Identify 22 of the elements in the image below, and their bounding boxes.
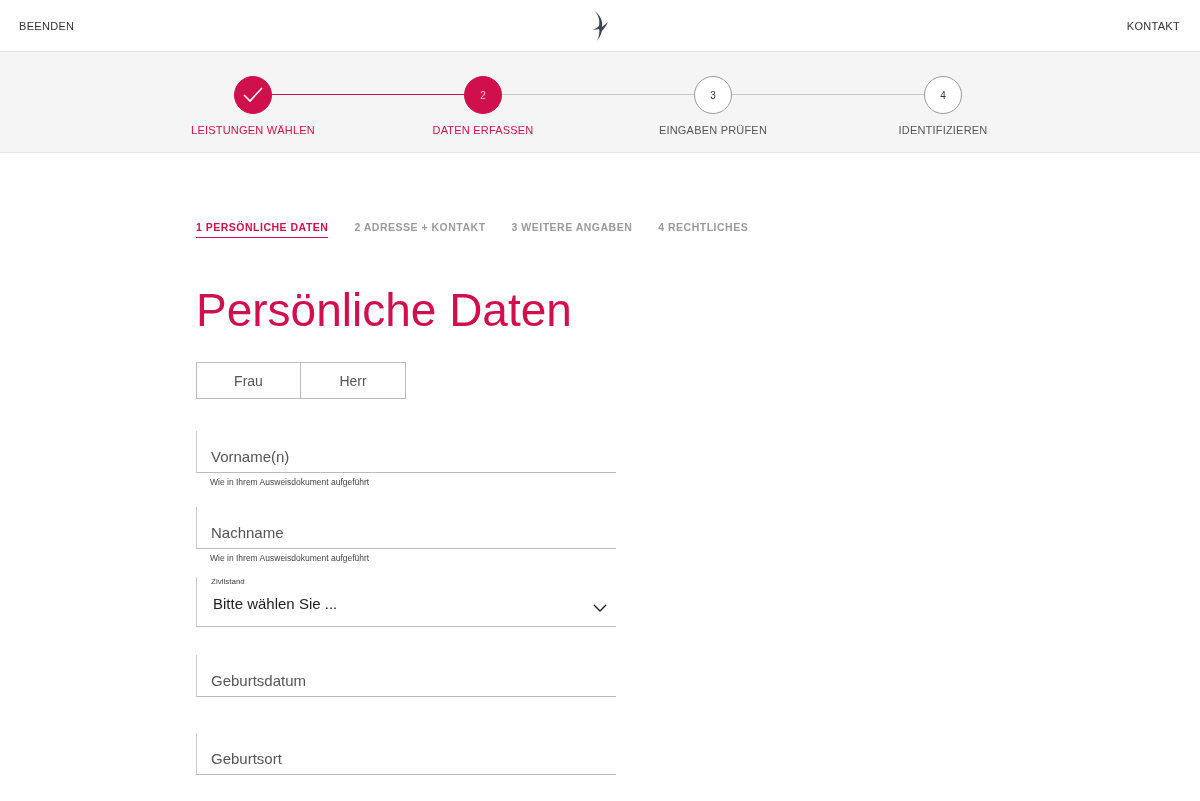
step-label: IDENTIFIZIEREN [898, 124, 988, 136]
checkmark-icon [243, 87, 263, 103]
field-hint: Wie in Ihrem Ausweisdokument aufgeführt [209, 552, 371, 563]
select-field[interactable]: Zivilstand Bitte wählen Sie ... [196, 577, 616, 627]
field-hint: Wie in Ihrem Ausweisdokument aufgeführt [209, 476, 371, 487]
page-title: Persönliche Daten [196, 283, 573, 338]
step-label: EINGABEN PRÜFEN [658, 124, 768, 136]
input-field[interactable]: Nachname [196, 507, 616, 549]
gender-option-button[interactable]: Herr [301, 362, 406, 399]
input-field[interactable]: Geburtsdatum [196, 655, 616, 697]
chevron-down-icon [593, 604, 607, 612]
step-circle: 4 [924, 76, 962, 114]
section-tab[interactable]: 1 PERSÖNLICHE DATEN [196, 221, 329, 238]
step-circle: 3 [694, 76, 732, 114]
input-field[interactable]: Vorname(n) [196, 431, 616, 473]
contact-link[interactable]: KONTAKT [1126, 19, 1180, 32]
step-circle: 2 [464, 76, 502, 114]
exit-link[interactable]: BEENDEN [19, 19, 75, 32]
step-label: DATEN ERFASSEN [432, 124, 534, 136]
gender-option-button[interactable]: Frau [196, 362, 301, 399]
input-field[interactable]: Geburtsort [196, 733, 616, 775]
step-label: LEISTUNGEN WÄHLEN [191, 124, 315, 136]
